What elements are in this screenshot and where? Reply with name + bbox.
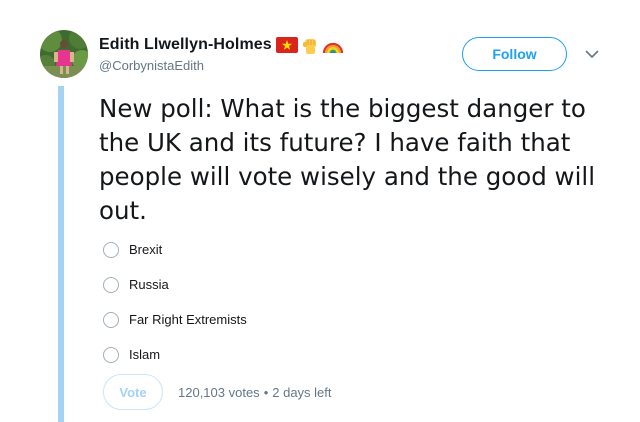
poll: Brexit Russia Far Right Extremists Islam bbox=[103, 232, 523, 372]
tweet-text: New poll: What is the biggest danger to … bbox=[99, 94, 596, 225]
author-display-name[interactable]: Edith Llwellyn-Holmes bbox=[99, 36, 272, 54]
avatar[interactable] bbox=[40, 30, 88, 78]
poll-time-left: 2 days left bbox=[272, 384, 332, 400]
author-name-row[interactable]: Edith Llwellyn-Holmes bbox=[99, 34, 344, 56]
follow-button[interactable]: Follow bbox=[462, 37, 567, 71]
radio-button[interactable] bbox=[103, 276, 119, 293]
avatar-image bbox=[40, 30, 88, 78]
author-name-emojis bbox=[275, 35, 344, 55]
radio-button[interactable] bbox=[103, 346, 119, 363]
poll-option[interactable]: Russia bbox=[103, 267, 523, 302]
poll-option[interactable]: Islam bbox=[103, 337, 523, 372]
rainbow-emoji bbox=[322, 42, 343, 54]
chevron-down-icon[interactable] bbox=[582, 46, 602, 62]
radio-button[interactable] bbox=[103, 241, 119, 258]
vietnam-flag-emoji bbox=[275, 37, 298, 53]
poll-footer: Vote 120,103 votes • 2 days left bbox=[103, 374, 332, 410]
raised-fist-emoji bbox=[302, 39, 316, 54]
poll-option-label: Brexit bbox=[129, 242, 163, 257]
poll-separator: • bbox=[263, 384, 269, 400]
poll-option-label: Far Right Extremists bbox=[129, 312, 247, 327]
author-handle[interactable]: @CorbynistaEdith bbox=[99, 58, 204, 73]
poll-option-label: Islam bbox=[129, 347, 161, 362]
poll-option[interactable]: Far Right Extremists bbox=[103, 302, 523, 337]
vote-button[interactable]: Vote bbox=[103, 374, 163, 410]
thread-line bbox=[58, 86, 64, 422]
poll-option[interactable]: Brexit bbox=[103, 232, 523, 267]
radio-button[interactable] bbox=[103, 311, 119, 328]
poll-option-label: Russia bbox=[129, 277, 169, 292]
poll-vote-count: 120,103 votes bbox=[178, 384, 260, 400]
